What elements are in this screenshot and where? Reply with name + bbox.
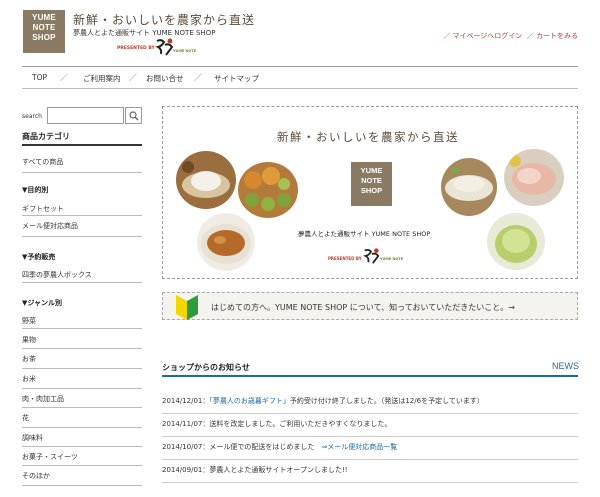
site-logo[interactable]: YUME NOTE SHOP [23,10,65,53]
sidebar-divider [22,427,142,428]
site-tagline: 新鮮・おいしいを農家から直送 [73,13,256,27]
news-row-divider [162,436,578,437]
news-divider [162,375,578,377]
news-label: NEWS [552,361,579,371]
news-row-divider [162,413,578,414]
grated-food-photo [441,158,497,216]
banner-logo-line-2: NOTE [361,176,382,185]
oseibo-gift-link[interactable]: 「夢農人のお歳暮ギフト」 [209,397,290,405]
beginner-guide-link[interactable]: はじめての方へ。YUME NOTE SHOP について、知っておいていただきたい… [211,302,515,313]
news-date: 2014/11/07： [162,420,210,428]
sidebar-divider [22,407,142,408]
sidebar-item-flowers[interactable]: 花 [22,413,142,423]
mail-delivery-list-link[interactable]: ⇒メール便対応商品一覧 [321,443,397,451]
search-button[interactable] [125,107,142,124]
sidebar-item-all-products[interactable]: すべての商品 [22,157,142,167]
sidebar-item-seasonings[interactable]: 調味料 [22,433,142,443]
news-text: 夢農人とよた通販サイトオープンしました!! [209,466,348,474]
sidebar-item-gift-set[interactable]: ギフトセット [22,204,142,214]
logo-line-2: NOTE [32,23,56,32]
nav-separator: ／ [194,73,202,82]
news-text: 予約受け付け終了しました。（発送は12/6を予定しています） [289,397,484,405]
news-item: 2014/12/01：「夢農人のお歳暮ギフト」予約受け付け終了しました。（発送は… [162,396,484,406]
banner-logo-line-3: SHOP [360,186,383,195]
sidebar-item-vegetables[interactable]: 野菜 [22,316,142,326]
sidebar-divider [22,446,142,447]
logo-line-1: YUME [32,13,56,22]
news-item: 2014/09/01：夢農人とよた通販サイトオープンしました!! [162,465,348,475]
news-row-divider [162,459,578,460]
yume-note-brand-icon [363,248,380,264]
news-date: 2014/10/07： [162,443,210,451]
nav-separator: ／ [129,73,137,82]
category-title: 商品カテゴリ [22,132,70,141]
sidebar-divider [22,348,142,349]
search-icon [129,111,139,121]
banner-subtitle: 夢農人とよた通販サイト YUME NOTE SHOP [298,230,431,238]
nav-contact[interactable]: お問い合せ [146,73,184,84]
beginner-mark-icon [176,295,198,320]
sidebar-item-sweets[interactable]: お菓子・スイーツ [22,452,142,462]
logo-line-3: SHOP [32,33,56,42]
presented-brand: YUME NOTE [173,49,197,53]
sidebar-divider [22,215,142,216]
sidebar-divider [22,172,142,173]
sidebar-item-fruit[interactable]: 果物 [22,335,142,345]
banner-presented-brand: YUME NOTE [380,257,404,261]
mypage-login-link[interactable]: ／ マイページへログイン [443,32,522,40]
nav-divider [22,88,578,89]
sidebar-item-other[interactable]: そのほか [22,471,142,481]
sidebar-divider [22,465,142,466]
sidebar-heading-purpose: ▼目的別 [22,186,49,194]
news-text: メール便での配送をはじめました [209,443,322,451]
curry-photo [197,213,255,271]
rice-photo [176,151,236,209]
view-cart-link[interactable]: ／ カートをみる [527,32,578,40]
search-label: search [22,113,42,120]
vegetables-photo [238,162,298,218]
search-input[interactable] [47,107,124,124]
sidebar-divider [22,368,142,369]
sidebar-divider [22,328,142,329]
news-item: 2014/11/07：送料を改定しました。ご利用いただきやすくなりました。 [162,419,391,429]
site-subtitle: 夢農人とよた通販サイト YUME NOTE SHOP [73,29,216,37]
sidebar-item-tea[interactable]: お茶 [22,354,142,364]
yume-note-brand-icon [155,38,174,56]
sidebar-divider [22,388,142,389]
news-item: 2014/10/07：メール便での配送をはじめました ⇒メール便対応商品一覧 [162,442,397,452]
nav-top[interactable]: TOP [32,73,47,82]
nav-sitemap[interactable]: サイトマップ [214,73,259,84]
presented-by-label: PRESENTED BY [117,46,155,51]
nav-guide[interactable]: ご利用案内 [83,73,121,84]
sidebar-heading-genre: ▼ジャンル別 [22,299,63,307]
sidebar-divider [22,485,142,486]
news-date: 2014/12/01： [162,397,210,405]
sidebar-heading-reservation: ▼予約販売 [22,253,56,261]
banner-title: 新鮮・おいしいを農家から直送 [277,130,459,144]
header-links: ／ マイページへログイン ／ カートをみる [443,31,578,41]
category-title-rule [22,144,142,146]
sidebar-item-meat[interactable]: 肉・肉加工品 [22,394,142,404]
sidebar-item-seasonal-box[interactable]: 四季の夢農人ボックス [22,270,142,280]
banner-presented-by: PRESENTED BY [328,256,362,261]
sidebar-item-rice[interactable]: お米 [22,374,142,384]
news-date: 2014/09/01： [162,466,210,474]
global-nav: TOP ／ ご利用案内 ／ お問い合せ ／ サイトマップ [22,67,578,88]
news-heading: ショップからのお知らせ [162,363,250,372]
banner-logo-line-1: YUME [360,166,383,175]
news-row-divider [162,482,578,483]
sidebar-divider [22,236,142,237]
melon-drink-photo [487,213,545,270]
banner-logo: YUME NOTE SHOP [351,162,392,206]
nav-separator: ／ [60,73,68,82]
meat-photo [504,149,564,206]
sidebar-divider [22,282,142,283]
news-text: 送料を改定しました。ご利用いただきやすくなりました。 [209,420,392,428]
sidebar-item-mail-delivery[interactable]: メール便対応商品 [22,221,142,231]
